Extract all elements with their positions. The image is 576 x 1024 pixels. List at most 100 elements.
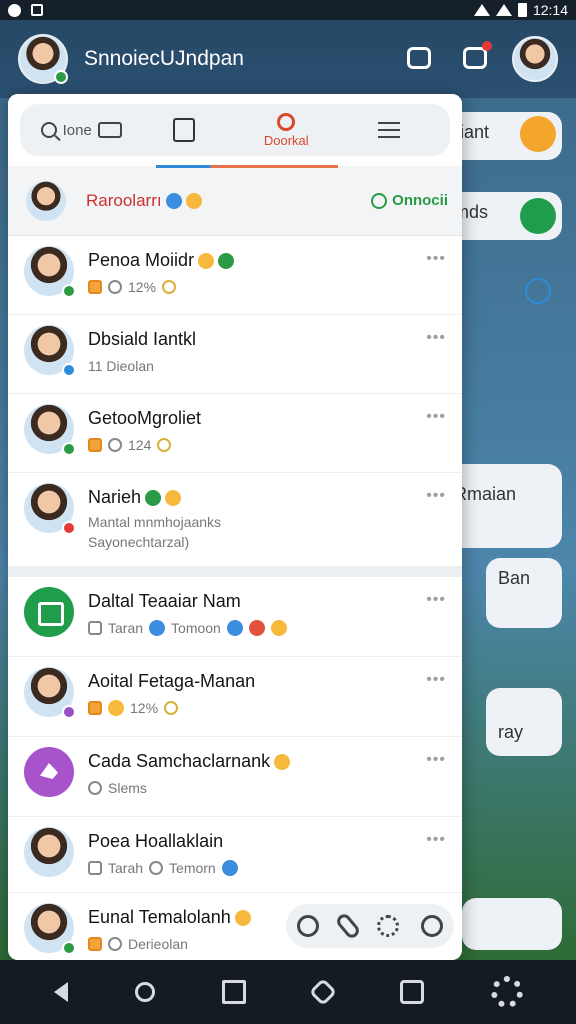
list-item[interactable]: Narieh Mantal mnmhojaanks Sayonechtarzal… [8,473,462,567]
coin-icon [108,700,124,716]
chat-meta: Taran [108,620,144,636]
fire-icon [88,701,102,715]
avatar [24,404,76,456]
cart-button[interactable] [460,41,492,74]
cart-badge [482,41,492,51]
share-button[interactable] [134,982,155,1002]
more-options-icon[interactable]: ••• [426,591,446,609]
status-bar: 12:14 [0,0,576,20]
tag-icon [248,620,265,636]
image-icon [88,621,102,635]
pinned-name-wrap: Raroolarrı [86,191,371,211]
attach-button[interactable] [334,911,362,941]
robot-button[interactable] [404,44,434,74]
robot-icon [407,47,431,69]
more-options-icon[interactable]: ••• [426,250,446,268]
section-divider [8,567,462,577]
group-avatar [24,587,74,637]
home-button[interactable] [221,980,246,1004]
list-item[interactable]: Aoital Fetaga-Manan 12% ••• [8,657,462,737]
play-icon [145,489,162,506]
emoji-icon [198,252,215,269]
more-options-icon[interactable]: ••• [426,831,446,849]
bg-card-5: ray [486,688,562,756]
pinned-name: Raroolarrı [86,190,162,210]
list-item[interactable]: Daltal Teaaiar Nam Taran Tomoon ••• [8,577,462,657]
chat-meta-b: Temorn [169,860,216,876]
tab-mentions-label: Doorkal [263,132,309,148]
clock-icon [149,861,164,875]
avatar [24,246,76,298]
link-icon [88,781,102,795]
chat-name: Poea Hoallaklain [88,831,224,851]
group-avatar [24,747,74,797]
clock-icon [108,937,122,951]
avatar [26,180,66,221]
tab-filter[interactable] [338,104,441,156]
emoji-icon [274,753,291,770]
chat-preview: Mantal mnmhojaanks [88,514,222,530]
list-item[interactable]: GetooMgroliet 124 ••• [8,394,462,473]
chat-meta: Tarah [108,860,144,876]
back-button[interactable] [53,982,68,1002]
online-badge-icon [54,70,68,84]
search-button[interactable] [421,915,443,937]
list-item[interactable]: Dbsiald Iantkl 11 Dieolan ••• [8,315,462,394]
search-bar[interactable]: Ione Doorkal [20,104,450,168]
quick-actions-bar [286,904,454,948]
at-icon [277,112,296,131]
status-badge-icon [62,442,76,456]
list-item[interactable]: Poea Hoallaklain Tarah Temorn ••• [8,817,462,893]
fire-icon [88,937,102,951]
tag-icon [226,620,243,636]
list-item[interactable]: Penoa Moiidr 12% ••• [8,236,462,315]
chat-name-wrap: Penoa Moiidr [88,250,446,271]
chat-name: GetooMgroliet [88,408,202,428]
chat-meta: 12% [130,700,159,716]
tab-clipboard[interactable] [133,104,236,156]
tab-mentions[interactable]: Doorkal [235,104,338,156]
chat-preview-2: Sayonechtarzal) [88,534,190,550]
hand-icon [157,438,172,452]
bg-star-icon [525,278,551,304]
keyboard-icon [97,122,122,138]
avatar [24,903,76,955]
recents-button[interactable] [399,980,424,1004]
more-options-icon[interactable]: ••• [426,487,446,505]
cart-icon [463,47,487,69]
more-options-icon[interactable]: ••• [426,671,446,689]
search-icon [40,122,57,138]
status-badge-icon [62,941,76,955]
avatar [24,325,76,377]
chat-name: Dbsiald Iantkl [88,329,197,349]
emoji-icon [185,192,202,209]
settings-button[interactable] [377,915,399,937]
settings-gear-button[interactable] [490,976,523,1008]
wifi-icon [473,4,490,16]
more-options-icon[interactable]: ••• [426,408,446,426]
app-title: SnnoiecUJndpan [84,47,244,70]
avatar [24,483,76,535]
emoji-icon [165,489,182,506]
bg-bottom-card [462,898,562,950]
list-item[interactable]: Cada Samchaclarnank Slems ••• [8,737,462,817]
user-avatar[interactable] [512,36,558,82]
profile-avatar[interactable] [18,34,68,84]
status-badge-icon [62,284,76,298]
chat-name: Cada Samchaclarnank [88,751,271,771]
notification-icon [8,3,21,17]
pinned-contact[interactable]: Raroolarrı Onnocii [8,166,462,236]
tag-button[interactable] [308,977,337,1007]
filter-icon [377,122,400,138]
camera-button[interactable] [297,915,319,937]
more-options-icon[interactable]: ••• [426,329,446,347]
status-badge-icon [62,363,76,377]
tab-search[interactable]: Ione [30,104,133,156]
chat-meta: 11 Dieolan [88,358,154,374]
tag-icon [221,860,238,876]
chat-name: Aoital Fetaga-Manan [88,671,256,691]
chat-name: Daltal Teaaiar Nam [88,591,241,611]
chat-meta: Slems [108,780,147,796]
fire-icon [88,280,102,294]
more-options-icon[interactable]: ••• [426,751,446,769]
